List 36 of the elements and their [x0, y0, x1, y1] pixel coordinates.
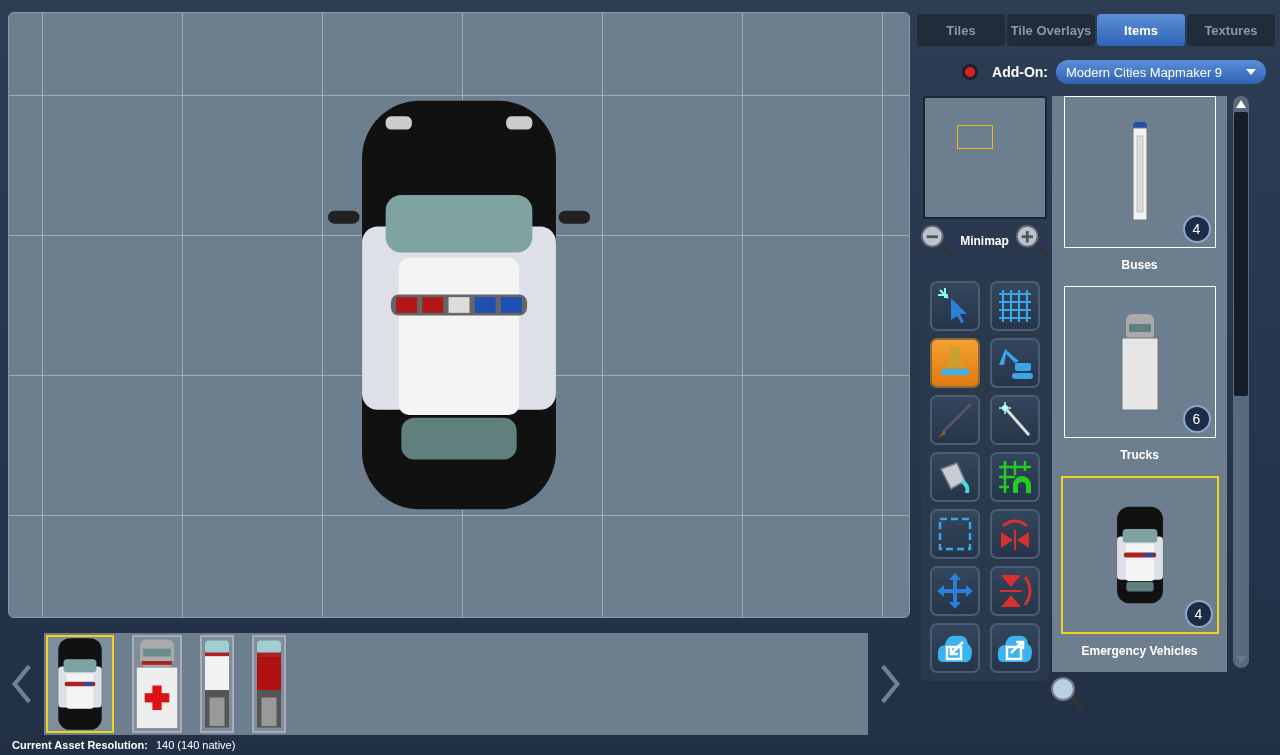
tool-button[interactable] — [989, 623, 1040, 673]
category-label: Trucks — [1120, 448, 1159, 462]
count-badge: 4 — [1182, 215, 1211, 243]
count-badge: 4 — [1184, 600, 1213, 628]
count-badge: 6 — [1182, 405, 1211, 433]
status-light-icon — [962, 64, 978, 80]
chevron-left-icon — [10, 663, 33, 705]
tool-button[interactable] — [929, 623, 980, 673]
minimap-label: Minimap — [960, 234, 1009, 248]
scroll-up-icon[interactable] — [1236, 100, 1246, 108]
category-thumbnail[interactable]: 4 — [1060, 476, 1219, 634]
viewport-frame — [956, 125, 993, 149]
minimap[interactable] — [922, 96, 1047, 219]
scrollbar[interactable] — [1233, 96, 1249, 668]
tool-button[interactable] — [929, 452, 980, 502]
tab[interactable]: Tiles — [917, 14, 1005, 46]
tool-button[interactable] — [989, 452, 1040, 502]
caret-icon — [1246, 69, 1256, 75]
tab[interactable]: Textures — [1187, 14, 1275, 46]
map-canvas[interactable] — [8, 12, 910, 618]
zoom-out-icon[interactable] — [920, 224, 955, 258]
search-icon[interactable] — [1050, 676, 1086, 712]
addon-dropdown[interactable]: Modern Cities Mapmaker 9 — [1056, 60, 1266, 84]
zoom-in-icon[interactable] — [1014, 224, 1049, 258]
tool-button[interactable] — [989, 395, 1040, 445]
category-thumbnail[interactable]: 4 — [1063, 96, 1216, 248]
category-thumbnail[interactable]: 6 — [1063, 286, 1216, 438]
status-label: Current Asset Resolution: — [12, 739, 148, 751]
chevron-right-icon — [879, 663, 902, 705]
category-label: Buses — [1121, 258, 1158, 272]
tool-button[interactable] — [929, 338, 980, 388]
tab[interactable]: Items — [1097, 14, 1185, 46]
status-value: 140 (140 native) — [155, 739, 236, 751]
addon-label: Add-On: — [992, 64, 1048, 80]
category-label: Emergency Vehicles — [1081, 644, 1198, 658]
tab[interactable]: Tile Overlays — [1007, 14, 1095, 46]
